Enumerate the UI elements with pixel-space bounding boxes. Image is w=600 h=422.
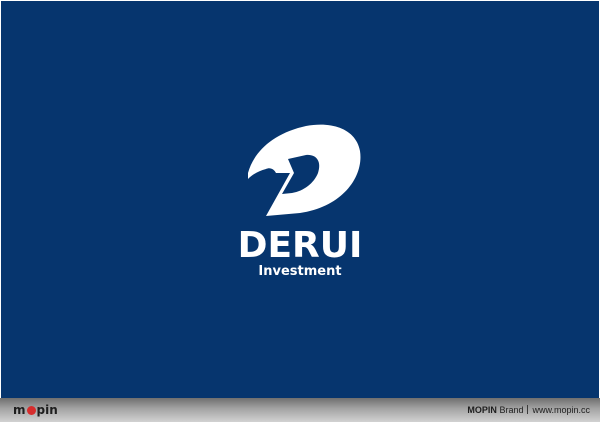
footer-url[interactable]: www.mopin.cc [532, 405, 590, 415]
footer-logo-right: pin [36, 403, 58, 417]
logo-block: DERUI Investment [0, 0, 600, 398]
logo-tagline: Investment [258, 264, 342, 279]
footer-credits: MOPIN Brand www.mopin.cc [467, 403, 590, 417]
footer-divider [527, 405, 529, 414]
footer-logo: m pin [13, 402, 58, 418]
stylized-d-emblem-icon [248, 124, 361, 216]
footer-logo-left: m [13, 403, 26, 417]
footer-brand-suffix: Brand [499, 405, 524, 415]
footer-logo-dot-icon [26, 406, 36, 415]
page: DERUI Investment m pin MOPIN Brand www.mop… [0, 0, 600, 422]
logo-wordmark: DERUI [237, 225, 363, 266]
footer-brand-name: MOPIN [467, 405, 497, 415]
footer-bar: m pin MOPIN Brand www.mopin.cc [0, 398, 600, 422]
